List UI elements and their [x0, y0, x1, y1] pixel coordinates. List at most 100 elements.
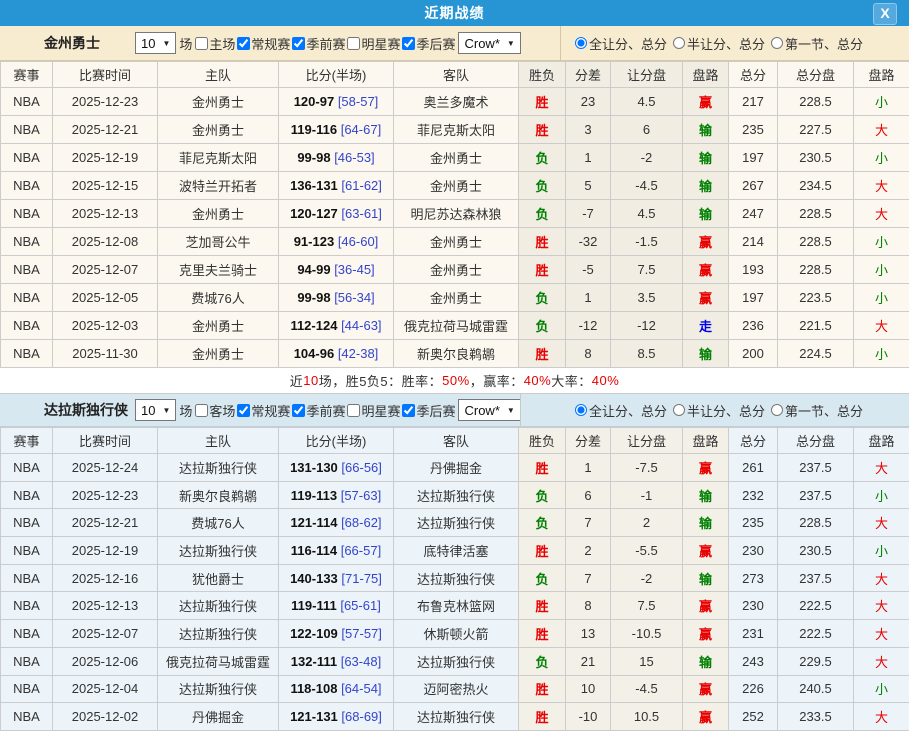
radio-first-quarter-total[interactable]: 第一节、总分	[771, 401, 863, 420]
cell-score: 91-123 [46-60]	[279, 228, 394, 256]
radio-full-handicap-total[interactable]: 全让分、总分	[575, 401, 667, 420]
checkbox-playoffs-input[interactable]	[402, 404, 415, 417]
column-header: 盘路	[683, 428, 729, 454]
checkbox-preseason-input[interactable]	[292, 404, 305, 417]
cell-handicap-result: 输	[683, 647, 729, 675]
cell-handicap-line: -2	[611, 564, 683, 592]
cell-handicap-result: 赢	[683, 88, 729, 116]
radio-first-quarter-total[interactable]: 第一节、总分	[771, 34, 863, 53]
checkbox-away-venue-input[interactable]	[195, 404, 208, 417]
cell-handicap-line: -2	[611, 144, 683, 172]
checkbox-regular-season[interactable]: 常规赛	[235, 34, 290, 53]
cell-league: NBA	[1, 116, 53, 144]
checkbox-allstar-input[interactable]	[347, 37, 360, 50]
halftime-score: [66-57]	[341, 543, 381, 558]
cell-away-team: 新奥尔良鹈鹕	[394, 340, 519, 368]
radio-first-quarter-total-label: 第一节、总分	[785, 401, 863, 420]
radio-full-handicap-total[interactable]: 全让分、总分	[575, 34, 667, 53]
checkbox-preseason-input[interactable]	[292, 37, 305, 50]
table-row: NBA2025-12-21金州勇士119-116 [64-67]菲尼克斯太阳胜3…	[1, 116, 909, 144]
column-header: 盘路	[854, 428, 909, 454]
final-score: 121-114	[290, 515, 337, 530]
close-button[interactable]: X	[873, 3, 897, 25]
checkbox-playoffs-input[interactable]	[402, 37, 415, 50]
cell-league: NBA	[1, 481, 53, 509]
radio-first-quarter-total-input[interactable]	[771, 404, 783, 416]
column-header: 比分(半场)	[279, 428, 394, 454]
market-type-select[interactable]: Crow*▼	[458, 32, 520, 54]
cell-over-under: 小	[854, 481, 909, 509]
cell-over-under: 大	[854, 312, 909, 340]
radio-first-quarter-total-input[interactable]	[771, 37, 783, 49]
checkbox-away-venue[interactable]: 客场	[193, 401, 235, 420]
cell-date: 2025-12-21	[53, 509, 158, 537]
cell-score: 119-116 [64-67]	[279, 116, 394, 144]
cell-home-team: 达拉斯独行侠	[158, 620, 279, 648]
cell-handicap-result: 赢	[683, 284, 729, 312]
cell-point-diff: 13	[566, 620, 611, 648]
checkbox-allstar-input[interactable]	[347, 404, 360, 417]
column-header: 胜负	[519, 62, 566, 88]
cell-away-team: 俄克拉荷马城雷霆	[394, 312, 519, 340]
checkbox-home-venue[interactable]: 主场	[193, 34, 235, 53]
checkbox-allstar[interactable]: 明星赛	[345, 34, 400, 53]
cell-total-points: 267	[729, 172, 778, 200]
radio-half-handicap-total[interactable]: 半让分、总分	[673, 34, 765, 53]
cell-total-points: 247	[729, 200, 778, 228]
table-row: NBA2025-12-07克里夫兰骑士94-99 [36-45]金州勇士胜-57…	[1, 256, 909, 284]
checkbox-allstar[interactable]: 明星赛	[345, 401, 400, 420]
cell-total-line: 230.5	[778, 144, 854, 172]
games-count-select[interactable]: 10▼	[135, 32, 176, 54]
cell-score: 119-111 [65-61]	[279, 592, 394, 620]
games-count-select[interactable]: 10▼	[135, 399, 176, 421]
radio-full-handicap-total-input[interactable]	[575, 404, 587, 416]
cell-handicap-line: -4.5	[611, 172, 683, 200]
cell-away-team: 达拉斯独行侠	[394, 647, 519, 675]
cell-total-line: 237.5	[778, 454, 854, 482]
cell-date: 2025-12-07	[53, 256, 158, 284]
cell-over-under: 小	[854, 144, 909, 172]
cell-result: 负	[519, 509, 566, 537]
cell-over-under: 大	[854, 620, 909, 648]
radio-half-handicap-total[interactable]: 半让分、总分	[673, 401, 765, 420]
checkbox-playoffs-label: 季后赛	[416, 34, 455, 53]
market-type-select[interactable]: Crow*▼	[458, 399, 520, 421]
cell-handicap-result: 输	[683, 564, 729, 592]
cell-away-team: 休斯顿火箭	[394, 620, 519, 648]
cell-score: 132-111 [63-48]	[279, 647, 394, 675]
cell-over-under: 小	[854, 675, 909, 703]
checkbox-away-venue-label: 客场	[209, 401, 235, 420]
summary-segment: 10	[303, 373, 318, 388]
cell-date: 2025-12-24	[53, 454, 158, 482]
section-mavericks: 达拉斯独行侠10▼场客场常规赛季前赛明星赛季后赛Crow*▼全让分、总分半让分、…	[0, 394, 909, 731]
checkbox-regular-season[interactable]: 常规赛	[235, 401, 290, 420]
table-row: NBA2025-12-19达拉斯独行侠116-114 [66-57]底特律活塞胜…	[1, 537, 909, 565]
cell-point-diff: -32	[566, 228, 611, 256]
table-row: NBA2025-12-13金州勇士120-127 [63-61]明尼苏达森林狼负…	[1, 200, 909, 228]
cell-total-points: 261	[729, 454, 778, 482]
table-row: NBA2025-12-05费城76人99-98 [56-34]金州勇士负13.5…	[1, 284, 909, 312]
table-row: NBA2025-12-07达拉斯独行侠122-109 [57-57]休斯顿火箭胜…	[1, 620, 909, 648]
cell-total-line: 222.5	[778, 592, 854, 620]
filter-separator	[520, 394, 521, 426]
cell-over-under: 小	[854, 284, 909, 312]
radio-half-handicap-total-input[interactable]	[673, 404, 685, 416]
cell-point-diff: -12	[566, 312, 611, 340]
cell-home-team: 达拉斯独行侠	[158, 537, 279, 565]
checkbox-preseason[interactable]: 季前赛	[290, 34, 345, 53]
checkbox-regular-season-input[interactable]	[237, 404, 250, 417]
checkbox-regular-season-input[interactable]	[237, 37, 250, 50]
radio-full-handicap-total-label: 全让分、总分	[589, 34, 667, 53]
checkbox-playoffs[interactable]: 季后赛	[400, 401, 455, 420]
radio-full-handicap-total-input[interactable]	[575, 37, 587, 49]
cell-league: NBA	[1, 172, 53, 200]
cell-point-diff: 8	[566, 592, 611, 620]
cell-score: 120-97 [58-57]	[279, 88, 394, 116]
checkbox-playoffs[interactable]: 季后赛	[400, 34, 455, 53]
cell-total-line: 228.5	[778, 509, 854, 537]
cell-over-under: 大	[854, 592, 909, 620]
cell-score: 121-114 [68-62]	[279, 509, 394, 537]
checkbox-home-venue-input[interactable]	[195, 37, 208, 50]
radio-half-handicap-total-input[interactable]	[673, 37, 685, 49]
checkbox-preseason[interactable]: 季前赛	[290, 401, 345, 420]
